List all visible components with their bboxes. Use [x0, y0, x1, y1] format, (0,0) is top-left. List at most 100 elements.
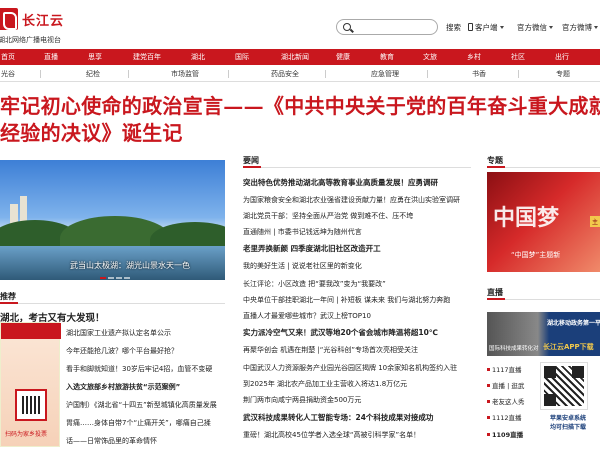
nav-item-culture[interactable]: 文旅 — [423, 52, 437, 62]
nav-item-travel[interactable]: 出行 — [555, 52, 569, 62]
photo-slider[interactable]: 武当山太极湖：湖光山景水天一色 — [0, 160, 225, 280]
search-input[interactable] — [355, 21, 433, 33]
nav-item-party[interactable]: 建党百年 — [133, 52, 161, 62]
list-item[interactable]: 今年还能抢几波？哪个平台最好抢？ — [66, 346, 224, 356]
news-item[interactable]: 我的美好生活 | 说说老社区里的新变化 — [243, 261, 471, 271]
wechat-link[interactable]: 官方微信 — [517, 22, 553, 33]
nav-item-hubei-news[interactable]: 湖北新闻 — [281, 52, 309, 62]
weibo-label: 官方微博 — [562, 23, 592, 32]
subnav-item-guanggu[interactable]: 光谷 — [1, 69, 15, 79]
qr-caption: 苹果安卓系统 — [549, 415, 586, 422]
slider-dot[interactable] — [124, 277, 130, 279]
topic-banner[interactable]: 中国梦 主 “中国梦”主题新 — [487, 172, 600, 272]
brand-subtitle: 湖北网络广播电视台 — [0, 36, 61, 44]
list-item[interactable]: 入选文旅部乡村旅游扶贫“示范案例” — [66, 382, 224, 392]
section-title-recommend: 推荐 — [0, 292, 16, 301]
news-item[interactable]: 突出特色优势推动湖北高等教育事业高质量发展！应勇调研 — [243, 177, 471, 188]
qr-caption: 均可扫描下载 — [549, 424, 586, 431]
news-item[interactable]: 中国武汉人力资源服务产业园光谷园区揭牌 10余家知名机构签约入驻 — [243, 363, 471, 373]
wechat-label: 官方微信 — [517, 23, 547, 32]
subnav-divider — [427, 70, 428, 78]
banner-title: 中国梦 — [493, 205, 560, 231]
section-marker — [243, 166, 261, 168]
section-title-topic: 专题 — [487, 156, 503, 165]
list-item[interactable]: 胃痛……身体自带7个“止痛开关”，哪痛自己揉 — [66, 418, 224, 428]
slider-dots[interactable] — [100, 273, 132, 280]
nav-item-live[interactable]: 直播 — [44, 52, 58, 62]
list-item[interactable]: 沪国制）《湖北省“十四五”新型城镇化高质量发展 — [66, 400, 224, 410]
list-item[interactable]: 话——日常饰品里的革命情怀 — [66, 436, 224, 446]
nav-item-education[interactable]: 教育 — [380, 52, 394, 62]
live-item[interactable]: 老友这人秀 — [487, 396, 537, 406]
section-marker — [487, 298, 505, 300]
subnav-item-books[interactable]: 书香 — [472, 69, 486, 79]
slider-dot[interactable] — [116, 277, 122, 279]
client-link[interactable]: 客户端 — [468, 22, 504, 33]
nav-item-thought[interactable]: 思享 — [88, 52, 102, 62]
banner-slogan: 湖北移动政务第一平 — [547, 320, 600, 327]
banner-left-caption: 国际科技成果转化对 — [489, 346, 539, 352]
subnav-item-topics[interactable]: 专题 — [556, 69, 570, 79]
headline-line-1[interactable]: 牢记初心使命的政治宣言——《中共中央关于党的百年奋斗重大成就和 — [0, 93, 600, 120]
news-item[interactable]: 湖北党员干部：坚持全面从严治党 做到难不住、压不垮 — [243, 211, 471, 221]
subnav-item-emergency[interactable]: 应急管理 — [371, 69, 399, 79]
subnav-item-discipline[interactable]: 纪检 — [86, 69, 100, 79]
client-label: 客户端 — [475, 23, 498, 32]
news-item[interactable]: 再聚华创会 机遇在荆楚 |“光谷科创”专场首次亮相受关注 — [243, 345, 471, 355]
search-icon[interactable] — [343, 23, 351, 31]
nav-item-intl[interactable]: 国际 — [235, 52, 249, 62]
app-download-label: 长江云APP下载 — [543, 343, 594, 351]
nav-item-home[interactable]: 首页 — [1, 52, 15, 62]
nav-item-hubei[interactable]: 湖北 — [191, 52, 205, 62]
search-button[interactable]: 搜索 — [446, 22, 461, 33]
news-item[interactable]: 老里弄换新颜 四季度湖北旧社区改造开工 — [243, 243, 471, 254]
section-divider — [243, 167, 471, 168]
banner-caption: “中国梦”主题新 — [511, 251, 561, 259]
logo-icon — [0, 8, 18, 30]
news-item[interactable]: 长江评论：小区改造 把“要我改”变为“我要改” — [243, 279, 471, 289]
list-item[interactable]: 看手和脚就知道！30岁后牢记4招，血管不变硬 — [66, 364, 224, 374]
section-title-news: 要闻 — [243, 156, 259, 165]
section-marker — [487, 166, 505, 168]
subnav-divider — [325, 70, 326, 78]
slider-dot[interactable] — [108, 277, 114, 279]
site-logo[interactable]: 长江云 湖北网络广播电视台 — [0, 8, 70, 46]
news-item[interactable]: 荆门两市向咸宁两县捐助资金500万元 — [243, 395, 471, 405]
search-box[interactable] — [336, 19, 438, 35]
poster-caption: 扫码为家乡投票 — [5, 431, 48, 438]
news-item[interactable]: 到2025年 湖北农产品加工业主营收入将达1.8万亿元 — [243, 379, 471, 389]
headline-line-2[interactable]: 经验的决议》诞生记 — [0, 120, 600, 147]
slider-caption[interactable]: 武当山太极湖：湖光山景水天一色 — [70, 260, 190, 271]
news-item[interactable]: 实力派冷空气又来！武汉等地20个省会城市降温将超10℃ — [243, 327, 471, 338]
chevron-down-icon — [594, 26, 598, 29]
news-item[interactable]: 重磅！湖北高校45位学者入选全球“高被引科学家”名单！ — [243, 430, 471, 440]
subnav-divider — [40, 70, 41, 78]
nav-item-community[interactable]: 社区 — [511, 52, 525, 62]
poster-band — [1, 323, 61, 339]
news-item[interactable]: 中央单位干部挂职湖北一年间 | 补短板 谋未来 我们与湖北努力奔跑 — [243, 295, 471, 305]
nav-item-rural[interactable]: 乡村 — [467, 52, 481, 62]
subnav-divider — [518, 70, 519, 78]
live-item[interactable]: 1112直播 — [487, 412, 537, 422]
live-item[interactable]: 直播 | 逛武 — [487, 380, 537, 390]
news-item[interactable]: 武汉科技成果转化人工智能专场：24个科技成果对接成功 — [243, 412, 471, 423]
top-header: 长江云 湖北网络广播电视台 搜索 客户端 官方微信 官方微博 — [0, 0, 600, 50]
chevron-down-icon — [499, 26, 504, 29]
subnav-item-drug[interactable]: 药品安全 — [271, 69, 299, 79]
weibo-link[interactable]: 官方微博 — [562, 22, 598, 33]
slider-dot[interactable] — [100, 277, 106, 279]
live-item[interactable]: 1109直播 — [487, 429, 537, 439]
live-item[interactable]: 1117直播 — [487, 364, 537, 374]
news-item[interactable]: 直通随州 | 市委书记钱远坤为随州代言 — [243, 227, 471, 237]
news-item[interactable]: 直播人才最爱哪些城市？武汉上榜TOP10 — [243, 311, 471, 321]
list-item[interactable]: 湖北国家工业遗产拟认定名单公示 — [66, 328, 224, 338]
subnav-divider — [128, 70, 129, 78]
section-divider — [0, 303, 225, 304]
app-download-banner[interactable]: 国际科技成果转化对 湖北移动政务第一平 长江云APP下载 — [487, 312, 600, 356]
vote-poster[interactable]: 扫码为家乡投票 — [0, 322, 61, 447]
news-item[interactable]: 为国家粮食安全和湖北农业强省建设贡献力量！应勇在洪山实验室调研 — [243, 195, 471, 205]
banner-tag: 主 — [589, 216, 600, 227]
sub-nav: 光谷 纪检 市场监管 药品安全 应急管理 书香 专题 — [0, 65, 600, 82]
nav-item-health[interactable]: 健康 — [336, 52, 350, 62]
subnav-item-market[interactable]: 市场监管 — [171, 69, 199, 79]
